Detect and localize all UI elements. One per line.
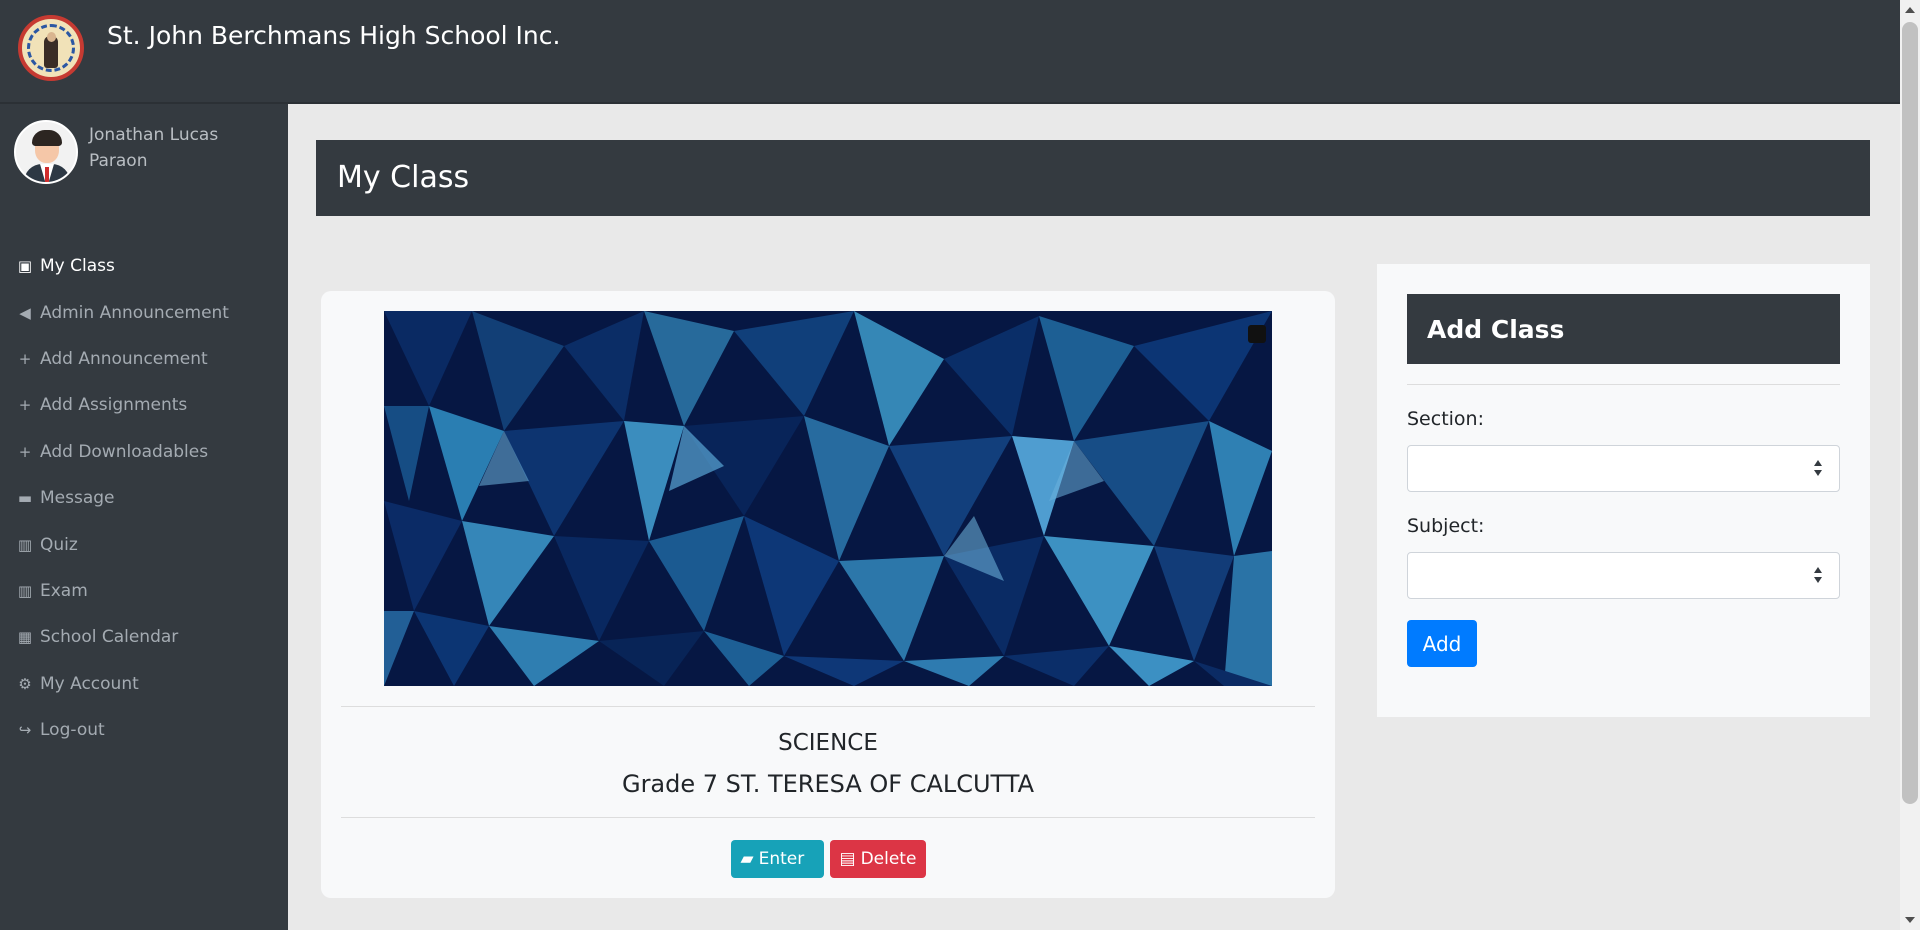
page-title: My Class	[337, 160, 470, 195]
sidebar-item-label: Add Assignments	[40, 395, 188, 416]
sidebar-item-log-out[interactable]: ↪ Log-out	[0, 707, 288, 753]
select-arrows-icon	[1814, 460, 1822, 476]
delete-class-button[interactable]: ▤ Delete	[829, 840, 926, 878]
class-subject: SCIENCE	[778, 730, 878, 756]
sign-out-icon: ↪	[18, 721, 32, 740]
avatar-tie	[45, 167, 49, 182]
sidebar-item-label: Quiz	[40, 534, 78, 555]
sidebar-item-my-account[interactable]: ⚙ My Account	[0, 661, 288, 707]
sidebar-item-label: Admin Announcement	[40, 302, 229, 323]
logo-face	[47, 32, 56, 42]
delete-class-label: Delete	[860, 849, 917, 869]
add-class-button[interactable]: Add	[1407, 620, 1477, 667]
sidebar-item-label: School Calendar	[40, 627, 179, 648]
card-divider	[341, 706, 1315, 707]
page-header: My Class	[316, 140, 1870, 216]
bullhorn-icon: ◀	[19, 303, 31, 322]
sidebar-item-exam[interactable]: ▥ Exam	[0, 568, 288, 614]
plus-icon: +	[18, 349, 32, 368]
comment-icon: ▬	[17, 489, 33, 508]
gears-icon: ⚙	[18, 674, 32, 693]
calendar-icon: ▦	[17, 628, 33, 647]
school-name: St. John Berchmans High School Inc.	[107, 21, 561, 50]
sidebar-item-label: Exam	[40, 580, 88, 601]
class-grade-section: Grade 7 ST. TERESA OF CALCUTTA	[621, 770, 1035, 798]
subject-label: Subject:	[1407, 515, 1485, 537]
sidebar-item-admin-announcement[interactable]: ◀ Admin Announcement	[0, 289, 288, 335]
book-open-icon: ▥	[17, 535, 33, 554]
sidebar-item-label: Message	[40, 488, 115, 509]
polygon-background-graphic	[384, 311, 1272, 686]
sidebar-item-label: Log-out	[40, 720, 105, 741]
class-card: SCIENCE Grade 7 ST. TERESA OF CALCUTTA ▰…	[321, 291, 1335, 898]
select-arrows-icon	[1814, 567, 1822, 583]
subject-select[interactable]	[1407, 552, 1840, 599]
plus-icon: +	[18, 396, 32, 415]
door-open-icon: ▰	[740, 849, 754, 869]
chalkboard-user-icon: ▣	[17, 257, 33, 276]
book-open-icon: ▥	[17, 581, 33, 600]
sidebar: Jonathan Lucas Paraon ▣ My Class ◀ Admin…	[0, 104, 288, 930]
sidebar-menu: ▣ My Class ◀ Admin Announcement + Add An…	[0, 243, 288, 753]
user-name: Jonathan Lucas Paraon	[89, 125, 219, 171]
add-class-header: Add Class	[1407, 294, 1840, 364]
sidebar-item-label: My Account	[40, 673, 139, 694]
class-cover-image	[384, 311, 1272, 686]
enter-class-button[interactable]: ▰ Enter	[730, 840, 824, 878]
sidebar-item-add-assignments[interactable]: + Add Assignments	[0, 382, 288, 428]
sidebar-item-label: My Class	[40, 256, 115, 277]
image-control-icon[interactable]	[1248, 325, 1266, 343]
top-navbar: St. John Berchmans High School Inc.	[0, 0, 1900, 104]
sidebar-item-quiz[interactable]: ▥ Quiz	[0, 521, 288, 567]
sidebar-item-my-class[interactable]: ▣ My Class	[0, 243, 288, 289]
add-class-panel: Add Class Section: Subject: Add	[1377, 264, 1870, 717]
trash-icon: ▤	[839, 849, 856, 869]
plus-icon: +	[18, 442, 32, 461]
sidebar-item-school-calendar[interactable]: ▦ School Calendar	[0, 614, 288, 660]
sidebar-item-add-downloadables[interactable]: + Add Downloadables	[0, 429, 288, 475]
enter-class-label: Enter	[758, 849, 805, 869]
scroll-down-icon[interactable]	[1905, 917, 1915, 923]
avatar-hair	[32, 130, 62, 146]
sidebar-item-add-announcement[interactable]: + Add Announcement	[0, 336, 288, 382]
scroll-up-icon[interactable]	[1905, 7, 1915, 13]
sidebar-item-label: Add Downloadables	[40, 441, 209, 462]
user-avatar	[14, 120, 78, 184]
section-select[interactable]	[1407, 445, 1840, 492]
page-scrollbar[interactable]	[1900, 0, 1920, 930]
school-logo	[18, 15, 84, 81]
sidebar-item-label: Add Announcement	[40, 348, 208, 369]
section-label: Section:	[1407, 408, 1484, 430]
sidebar-item-message[interactable]: ▬ Message	[0, 475, 288, 521]
class-card-actions: ▰ Enter ▤ Delete	[321, 840, 1335, 878]
add-class-title: Add Class	[1427, 315, 1565, 344]
scroll-thumb[interactable]	[1902, 22, 1918, 804]
card-divider	[341, 817, 1315, 818]
add-class-divider	[1407, 384, 1840, 385]
